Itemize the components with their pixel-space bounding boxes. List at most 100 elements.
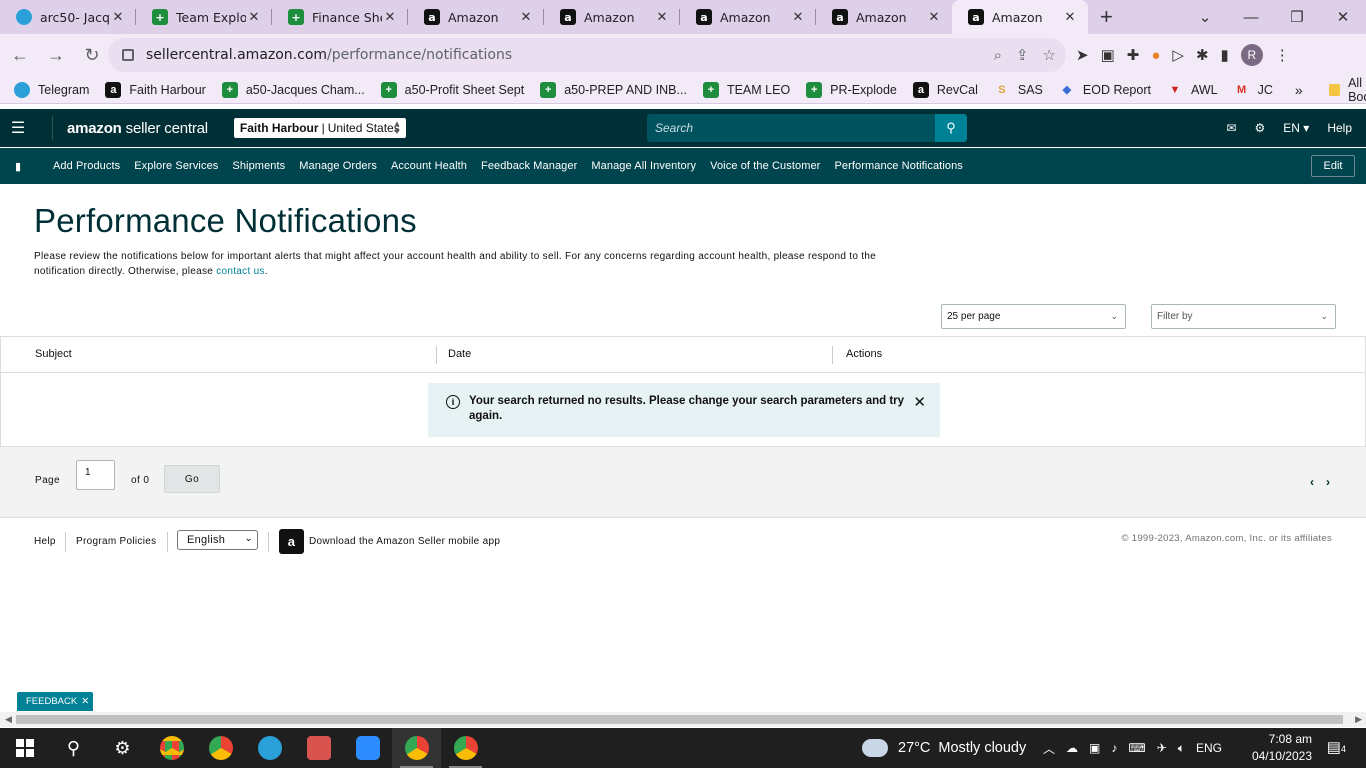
footer-help-link[interactable]: Help (34, 536, 56, 547)
close-tab-icon[interactable]: ✕ (654, 10, 670, 25)
bookmark-item[interactable]: ▼ AWL (1167, 82, 1218, 98)
help-link[interactable]: Help (1327, 121, 1352, 135)
back-button[interactable]: ← (4, 39, 36, 71)
horizontal-scrollbar[interactable]: ◀ ▶ (0, 712, 1366, 727)
reload-button[interactable]: ↻ (76, 39, 108, 71)
all-bookmarks[interactable]: All Bookmarks (1328, 76, 1366, 104)
network-icon[interactable]: ✈ (1157, 741, 1167, 755)
bookmark-item[interactable]: a RevCal (912, 81, 978, 98)
filter-by-select[interactable]: Filter by ⌄ (1151, 304, 1336, 329)
weather-widget[interactable]: 27°C Mostly cloudy (860, 728, 1026, 768)
settings-icon[interactable]: ⚙ (98, 728, 147, 768)
program-policies-link[interactable]: Program Policies (76, 536, 156, 547)
go-button[interactable]: Go (164, 465, 220, 493)
new-tab-button[interactable]: + (1100, 0, 1113, 34)
bookmark-item[interactable]: + PR-Explode (806, 81, 897, 98)
bookmark-item[interactable]: S SAS (994, 82, 1043, 98)
search-button[interactable]: ⚲ (935, 114, 967, 142)
microphone-icon[interactable]: ♪ (1111, 741, 1117, 755)
nav-link[interactable]: Voice of the Customer (703, 160, 827, 172)
bookmark-item[interactable]: M JC (1234, 82, 1273, 98)
bookmark-star-icon[interactable]: ☆ (1043, 46, 1056, 64)
scroll-right-icon[interactable]: ▶ (1355, 714, 1362, 725)
contact-us-link[interactable]: contact us (216, 266, 265, 277)
windows-start-icon[interactable] (0, 728, 49, 768)
nav-link[interactable]: Manage All Inventory (584, 160, 703, 172)
nav-link[interactable]: Explore Services (127, 160, 225, 172)
search-icon[interactable]: ⚲ (49, 728, 98, 768)
zoom-app-icon[interactable] (343, 728, 392, 768)
bookmark-item[interactable]: ◆ EOD Report (1059, 82, 1151, 98)
amazon-app-icon[interactable]: a (279, 529, 304, 554)
clock[interactable]: 7:08 am 04/10/2023 (1236, 731, 1312, 765)
nav-link[interactable]: Performance Notifications (827, 160, 969, 172)
search-input[interactable]: Search (647, 114, 935, 142)
download-app-link[interactable]: Download the Amazon Seller mobile app (309, 536, 500, 547)
column-date[interactable]: Date (448, 348, 471, 360)
telegram-icon[interactable] (245, 728, 294, 768)
bookmark-item[interactable]: a Faith Harbour (105, 81, 206, 98)
more-bookmarks-icon[interactable]: » (1295, 82, 1303, 98)
feedback-button[interactable]: FEEDBACK ✕ (17, 692, 93, 711)
column-subject[interactable]: Subject (35, 348, 72, 360)
snipping-tool-icon[interactable] (294, 728, 343, 768)
notification-center-icon[interactable]: ▤4 (1327, 738, 1346, 756)
bookmark-item[interactable]: + a50-Profit Sheet Sept (380, 81, 524, 98)
extension-arrow-icon[interactable]: ➤ (1076, 46, 1089, 64)
footer-language-select[interactable]: English ⌄ (177, 530, 258, 550)
camera-icon[interactable]: ▣ (1089, 741, 1100, 755)
share-icon[interactable]: ⇪ (1016, 46, 1029, 64)
restore-button[interactable]: ❐ (1274, 0, 1320, 34)
close-tab-icon[interactable]: ✕ (790, 10, 806, 25)
nav-link[interactable]: Feedback Manager (474, 160, 584, 172)
page-number-input[interactable]: 1 (76, 460, 115, 490)
chrome-menu-icon[interactable]: ⋮ (1275, 46, 1290, 64)
close-tab-icon[interactable]: ✕ (518, 10, 534, 25)
close-alert-icon[interactable]: ✕ (913, 393, 926, 411)
previous-page-icon[interactable]: ‹ (1310, 475, 1314, 489)
browser-tab[interactable]: a Amazon ✕ (408, 0, 544, 34)
browser-tab[interactable]: a Amazon ✕ (952, 0, 1088, 34)
close-tab-icon[interactable]: ✕ (926, 10, 942, 25)
volume-icon[interactable]: 🔈︎ (1178, 741, 1185, 756)
browser-tab[interactable]: + Finance Sheet✕ (272, 0, 408, 34)
nav-link[interactable]: Manage Orders (292, 160, 384, 172)
extension-circle-icon[interactable]: ● (1151, 47, 1160, 64)
browser-tab[interactable]: a Amazon ✕ (680, 0, 816, 34)
input-method-icon[interactable]: ⌨ (1128, 741, 1145, 755)
site-info-icon[interactable] (122, 49, 134, 61)
forward-button[interactable]: → (40, 39, 72, 71)
close-tab-icon[interactable]: ✕ (110, 10, 126, 25)
chrome-icon[interactable] (196, 728, 245, 768)
profile-avatar[interactable]: R (1240, 44, 1263, 66)
chevron-up-icon[interactable]: ︿ (1043, 740, 1055, 757)
browser-tab[interactable]: arc50- Jacques✕ (0, 0, 136, 34)
bookmark-item[interactable]: Telegram (14, 81, 89, 98)
chrome-profile-icon[interactable] (392, 728, 441, 768)
browser-tab[interactable]: a Amazon ✕ (816, 0, 952, 34)
close-tab-icon[interactable]: ✕ (1062, 10, 1078, 25)
account-switcher[interactable]: Faith Harbour | United States ▲ ▼ (233, 118, 406, 138)
close-tab-icon[interactable]: ✕ (382, 10, 398, 25)
chrome-profile-icon[interactable] (441, 728, 490, 768)
language-indicator[interactable]: ENG (1196, 741, 1222, 755)
bookmark-ribbon-icon[interactable]: ▮ (0, 160, 36, 173)
tab-search-icon[interactable]: ⌄ (1182, 0, 1228, 34)
chrome-icon[interactable] (147, 728, 196, 768)
extension-off-icon[interactable]: ▣ (1101, 46, 1115, 64)
bookmark-item[interactable]: + a50-PREP AND INB... (540, 81, 687, 98)
close-icon[interactable]: ✕ (81, 696, 89, 707)
minimize-button[interactable]: — (1228, 0, 1274, 34)
onedrive-icon[interactable]: ☁ (1066, 741, 1078, 755)
nav-link[interactable]: Add Products (46, 160, 127, 172)
language-selector[interactable]: EN ▾ (1283, 121, 1309, 135)
edit-nav-button[interactable]: Edit (1311, 155, 1355, 177)
scroll-left-icon[interactable]: ◀ (5, 714, 12, 725)
zoom-icon[interactable]: ⌕ (994, 46, 1002, 64)
per-page-select[interactable]: 25 per page ⌄ (941, 304, 1126, 329)
scrollbar-thumb[interactable] (16, 715, 1343, 724)
nav-link[interactable]: Account Health (384, 160, 474, 172)
extensions-puzzle-icon[interactable]: ✱ (1196, 46, 1209, 64)
browser-tab[interactable]: + Team Explode✕ (136, 0, 272, 34)
close-tab-icon[interactable]: ✕ (246, 10, 262, 25)
